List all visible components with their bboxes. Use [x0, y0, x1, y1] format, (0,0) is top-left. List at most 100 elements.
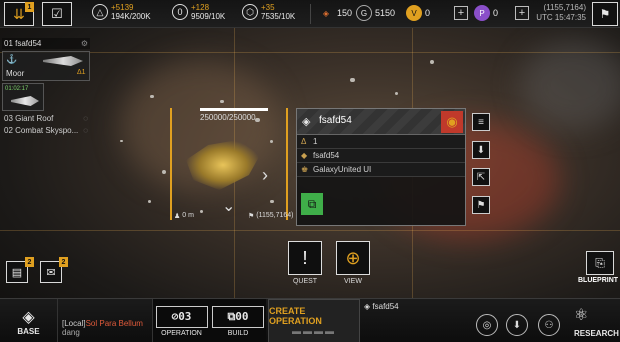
info-card-header: ◈ fsafd54 ◉	[297, 109, 465, 135]
top-bar: ⇊ 1 ☑ △ +5139 194K/200K 0 +128 9509/10K ⬡ …	[0, 0, 620, 28]
resource-metal[interactable]: △ +5139 194K/200K	[92, 3, 151, 21]
target-hp-bar	[200, 108, 268, 111]
build-button[interactable]: ⧉ 00 BUILD	[210, 299, 266, 342]
arrow-down-icon: ⬇	[476, 144, 486, 156]
target-coords-value: (1155,7164)	[256, 212, 294, 219]
build-label: BUILD	[227, 329, 249, 337]
blueprint-label: BLUEPRINT	[578, 277, 619, 284]
crystal-amount: 9509/10K	[191, 12, 226, 21]
list-button[interactable]: ≡	[472, 113, 490, 131]
operation-count: 03	[178, 310, 192, 323]
resource-crystal[interactable]: 0 +128 9509/10K	[172, 3, 225, 21]
radar-icon: ◎	[482, 319, 492, 331]
exclamation-icon: !	[302, 247, 308, 268]
radar-button[interactable]: ◎	[476, 314, 498, 336]
diamond-icon: ◈	[364, 302, 371, 311]
bookmark-target-button[interactable]: ⚑	[472, 196, 490, 214]
fleet-item[interactable]: 03 Giant Roof ◌	[2, 111, 90, 123]
operation-button[interactable]: ⊘ 03 OPERATION	[152, 299, 210, 342]
chat-preview[interactable]: [Local]Sol Para Bellum dang	[62, 319, 143, 337]
crystal-icon: 0	[172, 4, 188, 20]
base-icon: ◈	[22, 308, 35, 326]
base-button[interactable]: ◈ BASE	[0, 299, 58, 342]
selected-fleet[interactable]: ◈ fsafd54	[364, 302, 399, 311]
utc-time: UTC 15:47:35	[536, 13, 586, 22]
asteroid	[220, 100, 224, 103]
create-operation-button[interactable]: CREATE OPERATION ▬▬▬▬	[268, 299, 360, 342]
add-currency-v-button[interactable]: +	[454, 6, 468, 20]
ship-icon	[43, 56, 83, 66]
fleet-item-label: 02 Combat Skyspo...	[4, 126, 79, 135]
chevron-down-icon[interactable]: ⌄	[222, 196, 235, 216]
currency-p-value: 0	[493, 8, 499, 18]
add-currency-p-button[interactable]: +	[515, 6, 529, 20]
notification-badge: 1	[25, 2, 34, 12]
currency-v-icon: V	[406, 5, 422, 21]
currency-v-display[interactable]: V 0	[406, 5, 430, 21]
settings-icon: ⚙	[80, 39, 88, 48]
fuel-value: 150	[337, 8, 353, 18]
status-ring-icon: ◌	[83, 114, 88, 123]
blueprint-button[interactable]: ⎘	[586, 251, 614, 275]
ship-card[interactable]: 01:02:17	[2, 83, 44, 111]
share-button[interactable]: ⇱	[472, 168, 490, 186]
ship-timer: 01:02:17	[5, 86, 29, 92]
blueprint-icon: ⎘	[595, 255, 605, 270]
credits-display[interactable]: G 5150	[356, 5, 395, 21]
mail-icon: ✉	[46, 266, 56, 279]
level-value: 1	[313, 137, 318, 146]
crystal-rate: +128	[191, 3, 210, 12]
magnifier-icon: ⊕	[345, 247, 361, 268]
next-target-arrow[interactable]: ›	[262, 165, 268, 186]
asteroid	[148, 200, 151, 203]
fleet-panel: 01 fsafd54 ⚙ ⚓ Moor Δ1 01:02:17 03 Giant…	[2, 38, 90, 135]
fleet-header[interactable]: 01 fsafd54 ⚙	[2, 38, 90, 49]
clipboard-icon: ▤	[11, 266, 23, 279]
level-row: Δ1	[297, 135, 465, 149]
fuel-icon: ◈	[322, 8, 330, 18]
build-counter: ⧉ 00	[212, 305, 264, 328]
checklist-icon: ☑	[51, 6, 63, 21]
credits-icon: G	[356, 5, 372, 21]
list-icon: ≡	[478, 116, 484, 128]
tasks-button[interactable]: ☑	[42, 2, 72, 26]
distance-value: 0 m	[182, 212, 194, 219]
fleet-status: Moor	[6, 69, 25, 78]
asteroid	[120, 140, 123, 142]
commander-icon: ⇊	[13, 5, 25, 22]
fuel-display[interactable]: ◈ 150	[318, 5, 352, 21]
view-button[interactable]: ⊕	[336, 241, 370, 275]
owner-row: ◆ fsafd54	[297, 149, 465, 163]
view-label: VIEW	[344, 278, 362, 285]
chat-channel: [Local]	[62, 319, 86, 328]
chat-sender: Sol Para Bellum	[85, 319, 143, 328]
selected-fleet-name: fsafd54	[372, 302, 399, 311]
fleet-return-button[interactable]: ⬇	[506, 314, 528, 336]
player-info-card: ◈ fsafd54 ◉ Δ1 ◆ fsafd54 ♚ GalaxyUnited UI…	[296, 108, 466, 226]
mail-badge: 2	[59, 257, 68, 267]
quest-button[interactable]: !	[288, 241, 322, 275]
bookmark-button[interactable]: ⚑	[592, 2, 618, 26]
fleet-card[interactable]: ⚓ Moor Δ1	[2, 51, 90, 81]
research-label: RESEARCH	[574, 329, 619, 338]
asteroid	[150, 95, 154, 98]
crew-icon: ⚇	[544, 319, 554, 331]
fleet-item[interactable]: 02 Combat Skyspo... ◌	[2, 123, 90, 135]
fleet-name: 01 fsafd54	[4, 39, 42, 48]
grid-line	[0, 52, 620, 53]
currency-p-display[interactable]: P 0	[474, 5, 498, 21]
ship-icon	[11, 96, 39, 106]
divider	[310, 4, 311, 24]
hostile-target-icon[interactable]: ◉	[441, 111, 463, 133]
research-icon[interactable]: ⚛	[574, 305, 588, 325]
flag-icon: ⚑	[599, 7, 611, 21]
crew-button[interactable]: ⚇	[538, 314, 560, 336]
fleet-down-button[interactable]: ⬇	[472, 141, 490, 159]
alliance-tag-icon[interactable]: ⧉	[301, 193, 323, 215]
chat-text: dang	[62, 328, 80, 337]
operation-counter: ⊘ 03	[155, 305, 208, 328]
alliance-icon: ♚	[301, 165, 309, 174]
build-count: 00	[235, 310, 249, 323]
alliance-value: GalaxyUnited UI	[313, 165, 372, 174]
resource-deuterium[interactable]: ⬡ +35 7535/10K	[242, 3, 295, 21]
